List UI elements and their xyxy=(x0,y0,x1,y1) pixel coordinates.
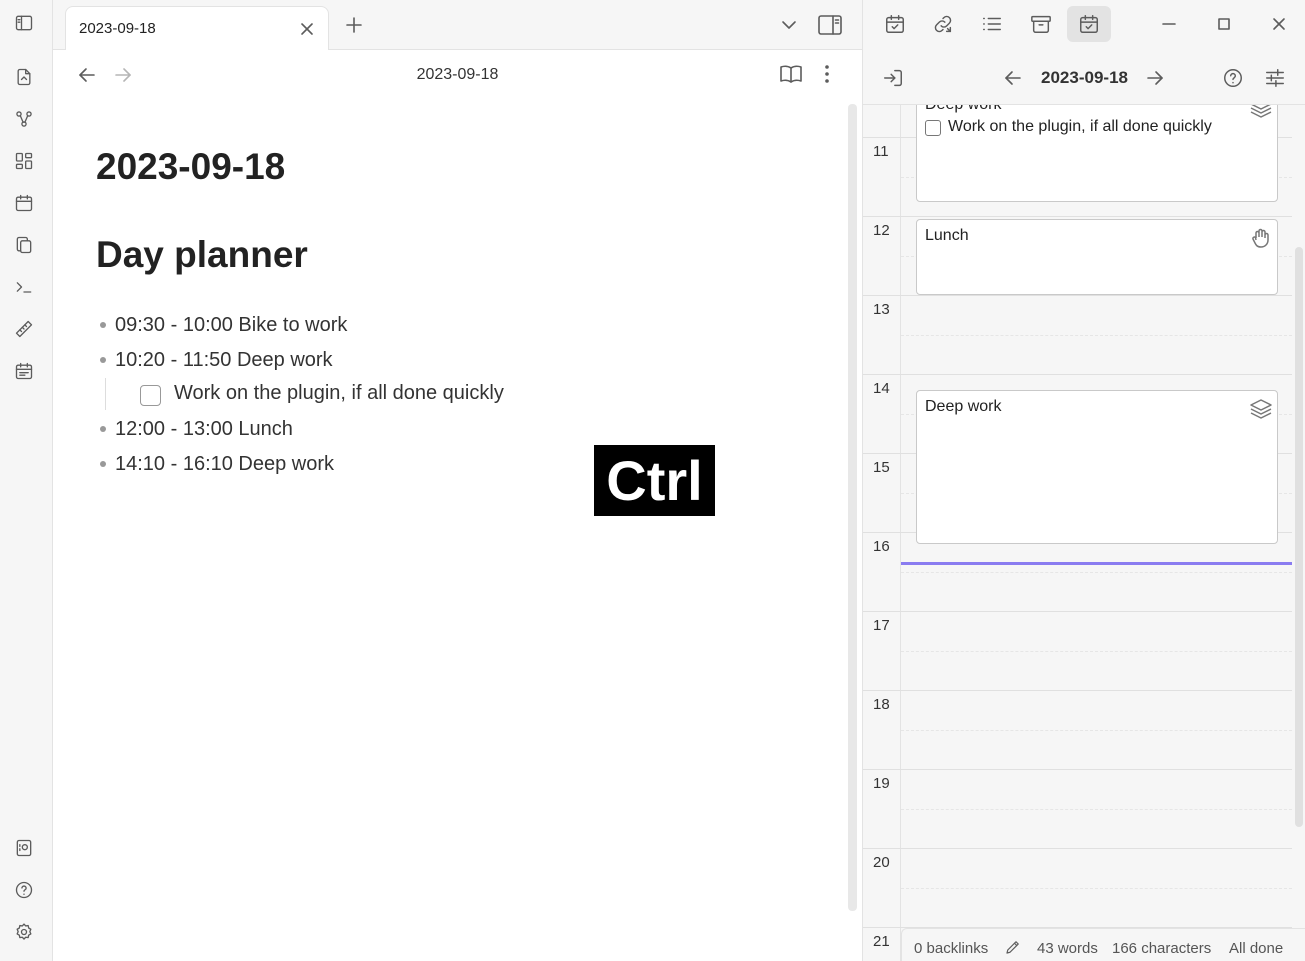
event-task-checkbox[interactable] xyxy=(925,120,941,136)
tab-title: 2023-09-18 xyxy=(79,20,156,37)
tab-strip: 2023-09-18 xyxy=(53,0,862,51)
view-header-title[interactable]: 2023-09-18 xyxy=(53,66,862,84)
list-bullet xyxy=(100,461,106,467)
grab-hand-icon[interactable] xyxy=(1249,226,1273,250)
hour-line xyxy=(863,295,1292,296)
list-bullet xyxy=(100,357,106,363)
editor-pane: 2023-09-18 2023-09-18 Day planner 09:30 … xyxy=(53,50,862,961)
hour-line xyxy=(863,769,1292,770)
list-item: 09:30 - 10:00 Bike to work xyxy=(115,314,348,336)
event-deep-work[interactable]: Deep work xyxy=(916,390,1278,544)
word-count: 43 words xyxy=(1037,940,1098,957)
hour-label: 17 xyxy=(873,617,890,634)
reading-view-book-icon[interactable] xyxy=(777,61,805,87)
hour-label: 11 xyxy=(873,143,889,160)
half-hour-line xyxy=(901,809,1292,810)
timeline-scrollbar[interactable] xyxy=(1295,247,1303,827)
indent-guide xyxy=(105,378,106,410)
daily-note-calendar-icon[interactable] xyxy=(10,189,38,217)
canvas-icon[interactable] xyxy=(10,147,38,175)
right-sidebar-tab-bar xyxy=(863,0,1305,50)
day-planner-tab-icon[interactable] xyxy=(1075,10,1103,38)
settings-gear-icon[interactable] xyxy=(10,918,38,946)
subtask-checkbox[interactable] xyxy=(140,385,161,406)
edit-pencil-icon[interactable] xyxy=(1002,937,1024,957)
keypress-overlay: Ctrl xyxy=(594,445,715,516)
open-in-editor-icon[interactable] xyxy=(879,64,907,92)
list-bullet xyxy=(100,322,106,328)
half-hour-line xyxy=(901,572,1292,573)
minimize-window-icon[interactable] xyxy=(1155,10,1183,38)
ruler-icon[interactable] xyxy=(10,315,38,343)
half-hour-line xyxy=(901,651,1292,652)
layers-icon[interactable] xyxy=(1249,397,1273,421)
list-item: 12:00 - 13:00 Lunch xyxy=(115,418,293,440)
day-planner-heading: Day planner xyxy=(96,234,308,275)
open-quick-switcher-icon[interactable] xyxy=(10,63,38,91)
hour-label: 20 xyxy=(873,854,890,871)
more-options-icon[interactable] xyxy=(815,61,839,87)
hour-line xyxy=(863,690,1292,691)
character-count: 166 characters xyxy=(1112,940,1212,957)
hour-label: 21 xyxy=(873,933,890,950)
next-day-arrow-icon[interactable] xyxy=(1141,64,1169,92)
status-bar: 0 backlinks 43 words 166 characters All … xyxy=(901,928,1305,961)
list-item: 14:10 - 16:10 Deep work xyxy=(115,453,335,475)
list-item: 10:20 - 11:50 Deep work xyxy=(115,349,333,371)
subtask-text: Work on the plugin, if all done quickly xyxy=(174,382,504,404)
sidebar-toggle-icon[interactable] xyxy=(10,9,38,37)
event-title: Deep work xyxy=(925,398,1002,415)
help-circle-icon[interactable] xyxy=(1219,64,1247,92)
event-task-text: Work on the plugin, if all done quickly xyxy=(948,118,1212,135)
event-lunch[interactable]: Lunch xyxy=(916,219,1278,295)
hour-label: 12 xyxy=(873,222,890,239)
hour-label: 15 xyxy=(873,459,890,476)
event-title: Lunch xyxy=(925,227,969,244)
calendar-check-tab-icon[interactable] xyxy=(881,10,909,38)
previous-day-arrow-icon[interactable] xyxy=(999,64,1027,92)
tasks-status[interactable]: All done xyxy=(1229,940,1283,957)
backlinks-count[interactable]: 0 backlinks xyxy=(914,940,988,957)
left-ribbon xyxy=(0,0,53,961)
event-deep-work[interactable]: Deep work Work on the plugin, if all don… xyxy=(916,105,1278,202)
current-time-line xyxy=(901,562,1292,565)
planner-header: 2023-09-18 xyxy=(863,50,1305,105)
tab-daily-note[interactable]: 2023-09-18 xyxy=(65,6,329,51)
right-sidebar: 2023-09-18 11 12 13 14 15 16 17 18 19 20… xyxy=(862,0,1305,961)
vault-switcher-icon[interactable] xyxy=(10,834,38,862)
graph-view-icon[interactable] xyxy=(10,105,38,133)
templates-copy-icon[interactable] xyxy=(10,231,38,259)
editor-scrollbar[interactable] xyxy=(848,104,857,911)
event-title: Deep work xyxy=(925,105,1001,114)
hour-line xyxy=(863,848,1292,849)
half-hour-line xyxy=(901,730,1292,731)
hour-line xyxy=(863,374,1292,375)
backlinks-link-icon[interactable] xyxy=(929,10,957,38)
list-bullet xyxy=(100,426,106,432)
tab-list-chevron-down-icon[interactable] xyxy=(776,12,802,38)
hour-line xyxy=(863,216,1292,217)
archive-box-icon[interactable] xyxy=(1027,10,1055,38)
note-title-heading: 2023-09-18 xyxy=(96,146,286,187)
help-icon[interactable] xyxy=(10,876,38,904)
command-palette-terminal-icon[interactable] xyxy=(10,273,38,301)
close-tab-icon[interactable] xyxy=(295,17,319,41)
hour-label: 18 xyxy=(873,696,890,713)
hour-label: 19 xyxy=(873,775,890,792)
close-window-icon[interactable] xyxy=(1265,10,1293,38)
hour-label: 14 xyxy=(873,380,890,397)
right-sidebar-toggle-icon[interactable] xyxy=(816,11,844,39)
half-hour-line xyxy=(901,335,1292,336)
day-planner-timeline-icon[interactable] xyxy=(10,357,38,385)
maximize-window-icon[interactable] xyxy=(1210,10,1238,38)
outline-list-icon[interactable] xyxy=(978,10,1006,38)
hour-label: 16 xyxy=(873,538,890,555)
new-tab-plus-icon[interactable] xyxy=(341,12,367,38)
layers-icon[interactable] xyxy=(1249,105,1273,120)
hour-line xyxy=(863,611,1292,612)
settings-sliders-icon[interactable] xyxy=(1261,64,1289,92)
hour-label: 13 xyxy=(873,301,890,318)
day-timeline[interactable]: 11 12 13 14 15 16 17 18 19 20 21 Deep wo… xyxy=(863,105,1305,961)
half-hour-line xyxy=(901,888,1292,889)
